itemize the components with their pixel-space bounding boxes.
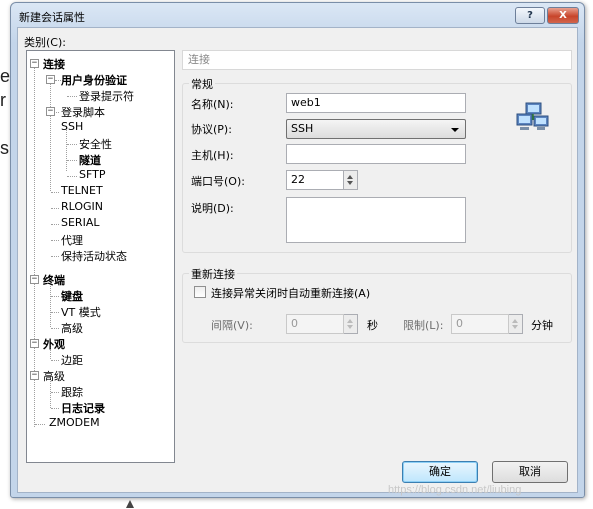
tree-item-security[interactable]: 安全性: [79, 136, 112, 152]
spin-up-icon: [512, 319, 518, 323]
tree-item-logging[interactable]: 日志记录: [61, 400, 105, 416]
description-label: 说明(D):: [191, 202, 234, 215]
port-spinner[interactable]: [344, 170, 358, 190]
protocol-select[interactable]: SSH: [286, 119, 466, 139]
general-group: 常规 名称(N): web1 协议(P): SSH 主机(H): 端口号(O):…: [182, 76, 572, 253]
interval-spinner[interactable]: [344, 314, 358, 334]
interval-unit: 秒: [367, 319, 378, 332]
chevron-down-icon: [451, 128, 459, 132]
tree-item-serial[interactable]: SERIAL: [61, 216, 99, 229]
tree-line: [51, 408, 59, 409]
limit-unit: 分钟: [531, 319, 553, 332]
spin-up-icon: [347, 175, 353, 179]
collapse-icon[interactable]: −: [30, 371, 39, 380]
tree-item-tunnel[interactable]: 隧道: [79, 152, 101, 168]
tree-item-advanced[interactable]: 高级: [43, 368, 65, 384]
tree-line: [35, 424, 45, 425]
port-input[interactable]: 22: [286, 170, 344, 190]
help-button[interactable]: ?: [515, 7, 545, 24]
tree-line: [67, 144, 77, 145]
tree-item-user-auth[interactable]: 用户身份验证: [61, 72, 127, 88]
tree-line: [51, 224, 59, 225]
auto-reconnect-checkbox[interactable]: [194, 286, 206, 298]
tree-item-ssh[interactable]: SSH: [61, 120, 83, 133]
limit-label: 限制(L):: [403, 319, 444, 332]
category-tree[interactable]: − − − − − − 连接 用户身份验证 登录提示符 登录脚本 SSH 安全性…: [26, 50, 175, 463]
background-text-1: e: [0, 66, 11, 86]
interval-label: 间隔(V):: [211, 319, 253, 332]
tree-line: [51, 240, 59, 241]
spin-down-icon: [347, 181, 353, 185]
ok-button[interactable]: 确定: [402, 461, 478, 483]
mouse-cursor-icon: [126, 500, 134, 508]
protocol-selected-value: SSH: [291, 122, 314, 135]
collapse-icon[interactable]: −: [30, 339, 39, 348]
tree-item-sftp[interactable]: SFTP: [79, 168, 105, 181]
tree-line: [67, 160, 77, 161]
reconnect-group: 重新连接 连接异常关闭时自动重新连接(A) 间隔(V): 0 秒 限制(L): …: [182, 266, 572, 343]
tree-item-login-script[interactable]: 登录脚本: [61, 104, 105, 120]
title-bar[interactable]: 新建会话属性 ? X: [11, 3, 584, 27]
tree-line: [51, 328, 59, 329]
collapse-icon[interactable]: −: [46, 75, 55, 84]
close-button[interactable]: X: [547, 7, 579, 24]
tree-line: [51, 312, 59, 313]
name-input[interactable]: web1: [286, 93, 466, 113]
limit-spinner[interactable]: [509, 314, 523, 334]
tree-line: [67, 176, 77, 177]
tree-item-rlogin[interactable]: RLOGIN: [61, 200, 103, 213]
tree-item-terminal-advanced[interactable]: 高级: [61, 320, 83, 336]
tree-line: [51, 360, 59, 361]
name-label: 名称(N):: [191, 98, 234, 111]
spin-up-icon: [347, 319, 353, 323]
tree-line: [66, 127, 67, 171]
spin-down-icon: [512, 325, 518, 329]
network-computers-icon: [516, 102, 549, 130]
panel-header: 连接: [182, 50, 572, 70]
reconnect-group-title: 重新连接: [189, 266, 237, 282]
host-input[interactable]: [286, 144, 466, 164]
tree-item-appearance[interactable]: 外观: [43, 336, 65, 352]
tree-line: [50, 79, 51, 191]
host-label: 主机(H):: [191, 149, 234, 162]
limit-input[interactable]: 0: [451, 314, 509, 334]
auto-reconnect-label[interactable]: 连接异常关闭时自动重新连接(A): [211, 285, 370, 301]
tree-item-vt-mode[interactable]: VT 模式: [61, 304, 101, 320]
session-properties-dialog: 新建会话属性 ? X 类别(C): − − − − − − 连接 用户身份验证 …: [10, 2, 585, 498]
tree-item-keepalive[interactable]: 保持活动状态: [61, 248, 127, 264]
tree-item-trace[interactable]: 跟踪: [61, 384, 83, 400]
collapse-icon[interactable]: −: [30, 59, 39, 68]
tree-item-connection[interactable]: 连接: [43, 56, 65, 72]
protocol-label: 协议(P):: [191, 123, 232, 136]
general-group-title: 常规: [189, 76, 215, 92]
collapse-icon[interactable]: −: [30, 275, 39, 284]
tree-item-telnet[interactable]: TELNET: [61, 184, 103, 197]
collapse-icon[interactable]: −: [46, 107, 55, 116]
description-textarea[interactable]: [286, 197, 466, 243]
spin-down-icon: [347, 325, 353, 329]
tree-item-login-prompt[interactable]: 登录提示符: [79, 88, 134, 104]
cancel-button[interactable]: 取消: [492, 461, 568, 483]
dialog-title: 新建会话属性: [19, 11, 85, 24]
background-text-2: r: [0, 90, 6, 110]
tree-item-proxy[interactable]: 代理: [61, 232, 83, 248]
watermark-text: https://blog.csdn.net/liubing: [388, 484, 522, 496]
interval-input[interactable]: 0: [286, 314, 344, 334]
tree-line: [51, 296, 59, 297]
port-label: 端口号(O):: [191, 175, 245, 188]
tree-item-zmodem[interactable]: ZMODEM: [49, 416, 100, 429]
tree-item-keyboard[interactable]: 键盘: [61, 288, 83, 304]
background-text-3: s: [0, 138, 9, 158]
tree-line: [51, 208, 59, 209]
tree-item-margin[interactable]: 边距: [61, 352, 83, 368]
tree-line: [51, 392, 59, 393]
dialog-body: 类别(C): − − − − − − 连接 用户身份验证 登录提示符 登录脚本 …: [17, 27, 578, 493]
tree-line: [51, 192, 59, 193]
category-label: 类别(C):: [24, 36, 66, 49]
tree-item-terminal[interactable]: 终端: [43, 272, 65, 288]
tree-line: [67, 96, 77, 97]
tree-line: [51, 256, 59, 257]
